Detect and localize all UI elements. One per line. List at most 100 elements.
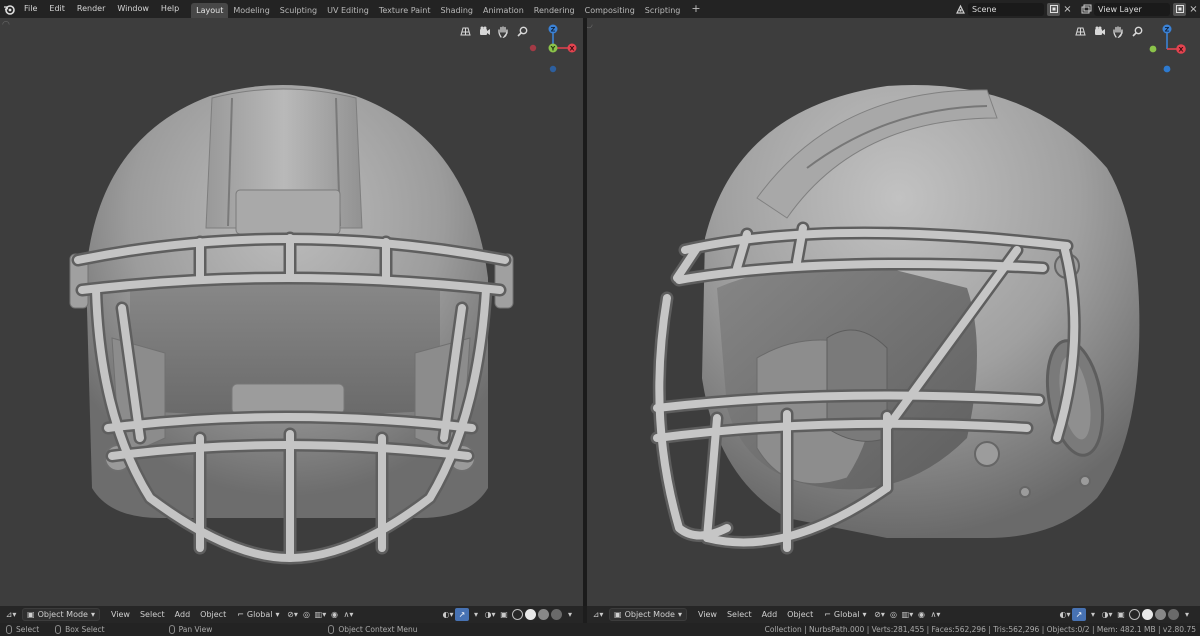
snap-target-icon[interactable]: ▥▾ [900,608,914,621]
tab-texture-paint[interactable]: Texture Paint [374,3,436,18]
gizmo-toggle-icon[interactable]: ↗ [455,608,469,621]
left-mouse-icon [6,625,12,634]
menu-help[interactable]: Help [155,0,185,18]
menu-view[interactable]: View [106,608,135,621]
blender-logo-icon[interactable] [0,0,18,18]
camera-view-icon[interactable] [477,24,492,39]
toggle-camera-grid-icon[interactable] [458,24,473,39]
gizmo-neg-z-axis[interactable] [1163,65,1171,73]
scene-statistics: Collection | NurbsPath.000 | Verts:281,4… [764,625,1196,634]
view-layer-name-field[interactable]: View Layer [1094,2,1170,16]
chevron-down-icon: ▾ [275,610,280,619]
rendered-shading-icon[interactable] [1168,609,1179,620]
chevron-down-icon: ▾ [862,610,867,619]
menu-object[interactable]: Object [195,608,231,621]
viewport-right[interactable]: ◡ Z X [587,18,1200,606]
shading-options-icon[interactable]: ▾ [1180,608,1194,621]
gizmo-dropdown-icon[interactable]: ▾ [1086,608,1100,621]
view-layer-icon[interactable] [1078,2,1094,16]
menu-file[interactable]: File [18,0,43,18]
menu-object[interactable]: Object [782,608,818,621]
material-shading-icon[interactable] [1155,609,1166,620]
object-mode-dropdown[interactable]: ▣ Object Mode ▾ [22,608,100,621]
scene-close-icon[interactable]: × [1061,3,1074,16]
rendered-shading-icon[interactable] [551,609,562,620]
gizmo-neg-x-axis[interactable] [529,44,537,52]
navigation-gizmo[interactable]: Z X [1139,24,1197,82]
tab-shading[interactable]: Shading [435,3,478,18]
status-pan-view-label: Pan View [178,625,213,634]
tab-sculpting[interactable]: Sculpting [275,3,322,18]
pan-hand-icon[interactable] [496,24,511,39]
overlays-icon[interactable]: ◑▾ [483,608,497,621]
pivot-point-icon[interactable]: ⊘▾ [872,608,886,621]
status-box-select-hint: Box Select [49,625,105,634]
view-layer-copy-button[interactable] [1173,2,1186,16]
status-pan-view-hint: Pan View [163,625,213,634]
menu-edit[interactable]: Edit [43,0,71,18]
view-layer-close-icon[interactable]: × [1187,3,1200,16]
tab-compositing[interactable]: Compositing [580,3,640,18]
gizmo-toggle-icon[interactable]: ↗ [1072,608,1086,621]
gizmo-x-label: X [1178,46,1183,54]
orientation-icon: ⌐ [237,610,244,619]
tab-modeling[interactable]: Modeling [228,3,274,18]
proportional-edit-icon[interactable]: ◉ [327,608,341,621]
gizmo-y-axis[interactable] [1149,45,1157,53]
falloff-icon[interactable]: ∧▾ [928,608,942,621]
object-mode-icon: ▣ [27,610,35,619]
toggle-camera-grid-icon[interactable] [1073,24,1088,39]
tab-animation[interactable]: Animation [478,3,529,18]
transform-orientation-dropdown[interactable]: ⌐ Global ▾ [237,608,279,621]
scene-copy-button[interactable] [1047,2,1060,16]
snap-icon[interactable]: ◎ [886,608,900,621]
shading-options-icon[interactable]: ▾ [563,608,577,621]
status-select-label: Select [16,625,40,634]
navigation-gizmo[interactable]: Z X Y [524,24,582,82]
tab-layout[interactable]: Layout [191,3,229,18]
viewport-shading-controls: ◐▾ ↗ ▾ ◑▾ ▣ ▾ [1058,608,1200,621]
workspace-tabs: Layout Modeling Sculpting UV Editing Tex… [191,0,706,18]
proportional-edit-icon[interactable]: ◉ [914,608,928,621]
snap-target-icon[interactable]: ▥▾ [313,608,327,621]
overlays-icon[interactable]: ◑▾ [1100,608,1114,621]
menu-add[interactable]: Add [757,608,783,621]
camera-view-icon[interactable] [1092,24,1107,39]
gizmo-neg-z-axis[interactable] [549,65,557,73]
menu-render[interactable]: Render [71,0,111,18]
menu-window[interactable]: Window [111,0,155,18]
pivot-point-icon[interactable]: ⊘▾ [285,608,299,621]
viewport-left[interactable]: ◠ Z X Y [0,18,583,606]
tab-rendering[interactable]: Rendering [529,3,580,18]
visibility-icon[interactable]: ◐▾ [1058,608,1072,621]
add-workspace-button[interactable]: + [685,0,706,18]
xray-icon[interactable]: ▣ [1114,608,1128,621]
menu-add[interactable]: Add [170,608,196,621]
snap-icon[interactable]: ◎ [299,608,313,621]
transform-orientation-dropdown[interactable]: ⌐ Global ▾ [824,608,866,621]
scene-name-field[interactable]: Scene [968,2,1044,16]
menu-view[interactable]: View [693,608,722,621]
wireframe-shading-icon[interactable] [512,609,523,620]
viewport-header-left: ⊿▾ ▣ Object Mode ▾ View Select Add Objec… [0,606,583,623]
scene-icon[interactable] [952,2,968,16]
gizmo-dropdown-icon[interactable]: ▾ [469,608,483,621]
status-context-menu-hint: Object Context Menu [322,625,418,634]
xray-icon[interactable]: ▣ [497,608,511,621]
solid-shading-icon[interactable] [1142,609,1153,620]
tab-scripting[interactable]: Scripting [640,3,686,18]
editor-type-icon[interactable]: ⊿▾ [591,608,605,621]
falloff-icon[interactable]: ∧▾ [341,608,355,621]
menu-select[interactable]: Select [722,608,757,621]
wireframe-shading-icon[interactable] [1129,609,1140,620]
solid-shading-icon[interactable] [525,609,536,620]
viewport-header-right: ⊿▾ ▣ Object Mode ▾ View Select Add Objec… [587,606,1200,623]
visibility-icon[interactable]: ◐▾ [441,608,455,621]
material-shading-icon[interactable] [538,609,549,620]
menu-select[interactable]: Select [135,608,170,621]
pan-hand-icon[interactable] [1111,24,1126,39]
status-context-menu-label: Object Context Menu [338,625,418,634]
tab-uv-editing[interactable]: UV Editing [322,3,374,18]
editor-type-icon[interactable]: ⊿▾ [4,608,18,621]
object-mode-dropdown[interactable]: ▣ Object Mode ▾ [609,608,687,621]
